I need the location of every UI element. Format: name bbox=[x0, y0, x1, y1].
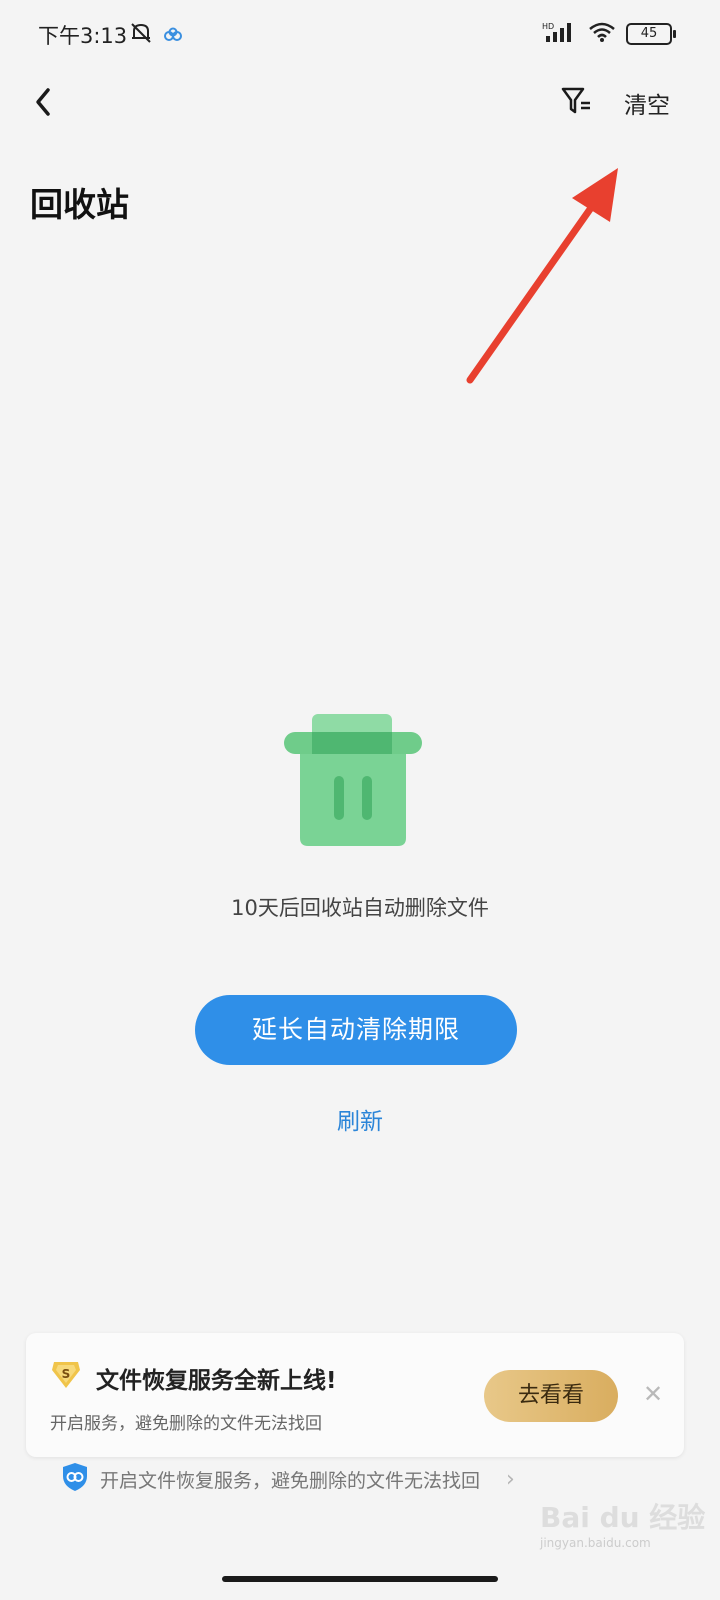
battery-indicator: 45 bbox=[626, 23, 676, 45]
extend-auto-clean-button[interactable]: 延长自动清除期限 bbox=[195, 995, 517, 1065]
recovery-hint-text: 开启文件恢复服务，避免删除的文件无法找回 bbox=[100, 1469, 481, 1492]
clear-button[interactable]: 清空 bbox=[624, 86, 670, 120]
watermark-brand: Bai du 经验 bbox=[540, 1501, 706, 1534]
promo-subtitle: 开启服务，避免删除的文件无法找回 bbox=[50, 1414, 322, 1434]
refresh-link[interactable]: 刷新 bbox=[0, 1102, 720, 1136]
filter-button[interactable] bbox=[560, 84, 594, 118]
status-icons: HD 45 bbox=[542, 20, 676, 48]
svg-text:S: S bbox=[62, 1367, 71, 1381]
page-title: 回收站 bbox=[30, 185, 129, 224]
home-indicator[interactable] bbox=[222, 1576, 498, 1582]
dollar-shield-icon: S bbox=[50, 1360, 82, 1390]
promo-title: 文件恢复服务全新上线! bbox=[96, 1368, 337, 1394]
trash-icon bbox=[280, 710, 430, 860]
empty-state-message: 10天后回收站自动删除文件 bbox=[231, 896, 489, 920]
mute-bell-icon bbox=[128, 20, 154, 50]
promo-card[interactable]: S 文件恢复服务全新上线! 开启服务，避免删除的文件无法找回 去看看 ✕ bbox=[26, 1333, 684, 1457]
promo-cta-button[interactable]: 去看看 bbox=[484, 1370, 618, 1422]
shield-link-icon bbox=[60, 1461, 90, 1497]
chevron-right-icon: › bbox=[506, 1466, 515, 1492]
recovery-hint-row[interactable]: 开启文件恢复服务，避免删除的文件无法找回 › bbox=[60, 1462, 515, 1496]
wifi-icon bbox=[588, 21, 616, 47]
svg-text:HD: HD bbox=[542, 22, 554, 31]
status-time: 下午3:13 bbox=[38, 24, 128, 48]
annotation-arrow-icon bbox=[460, 160, 630, 390]
signal-icon: HD bbox=[542, 20, 578, 48]
back-button[interactable] bbox=[28, 84, 60, 120]
watermark-url: jingyan.baidu.com bbox=[540, 1536, 651, 1550]
cloud-app-icon bbox=[164, 26, 182, 45]
baidu-jingyan-watermark: Bai du 经验 jingyan.baidu.com bbox=[540, 1496, 710, 1562]
filter-icon bbox=[560, 87, 594, 122]
chevron-left-icon bbox=[28, 88, 60, 124]
close-icon[interactable]: ✕ bbox=[638, 1379, 668, 1409]
